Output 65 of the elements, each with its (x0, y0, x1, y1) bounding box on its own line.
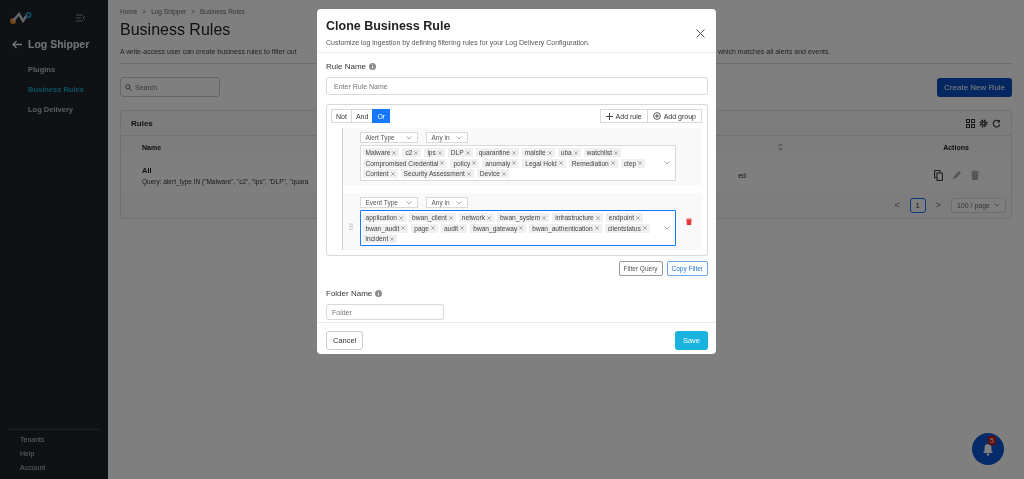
chevron-down-icon (663, 226, 670, 230)
remove-icon[interactable] (512, 161, 517, 165)
plus-icon (605, 112, 613, 120)
chevron-down-icon (405, 135, 412, 140)
section-title: Log Shipper (28, 38, 90, 50)
remove-icon[interactable] (542, 215, 547, 220)
remove-icon[interactable] (511, 150, 516, 155)
remove-icon[interactable] (610, 161, 615, 165)
remove-icon[interactable] (399, 215, 404, 220)
remove-icon[interactable] (414, 150, 419, 155)
close-icon[interactable] (696, 29, 705, 38)
grid-icon[interactable] (966, 118, 975, 128)
card-title: Rules (131, 118, 153, 128)
remove-icon[interactable] (519, 226, 524, 230)
remove-icon[interactable] (472, 161, 477, 165)
previous-page-button[interactable]: < (894, 200, 900, 210)
remove-icon[interactable] (501, 171, 506, 176)
remove-icon[interactable] (573, 150, 578, 155)
delete-icon[interactable] (685, 218, 692, 225)
plus-circle-icon (652, 112, 661, 120)
remove-icon[interactable] (401, 226, 406, 230)
remove-icon[interactable] (392, 150, 397, 155)
remove-icon[interactable] (595, 215, 600, 220)
refresh-icon[interactable] (992, 118, 1001, 128)
remove-icon[interactable] (547, 150, 552, 155)
remove-icon[interactable] (465, 150, 470, 155)
remove-icon[interactable] (638, 161, 643, 165)
remove-icon[interactable] (594, 226, 599, 230)
bell-icon (982, 442, 994, 456)
remove-icon[interactable] (390, 171, 395, 176)
chevron-down-icon (455, 200, 462, 205)
remove-icon[interactable] (440, 161, 445, 165)
info-icon[interactable] (369, 63, 376, 70)
remove-icon[interactable] (636, 215, 641, 220)
remove-icon[interactable] (558, 161, 563, 165)
info-icon[interactable] (375, 290, 383, 297)
collapse-menu-icon[interactable] (76, 14, 86, 22)
remove-icon[interactable] (390, 236, 395, 241)
logo-icon (10, 12, 32, 24)
remove-icon[interactable] (430, 226, 435, 230)
copy-icon[interactable] (933, 169, 943, 181)
field-label: Folder Name (326, 289, 373, 298)
remove-icon[interactable] (642, 226, 647, 230)
chevron-down-icon (405, 200, 412, 205)
remove-icon[interactable] (466, 171, 471, 176)
remove-icon[interactable] (460, 226, 465, 230)
chevron-down-icon (994, 203, 1000, 207)
create-rule-button[interactable]: Create New Rule (937, 77, 1012, 97)
settings-icon[interactable] (979, 118, 988, 128)
drag-handle-icon[interactable] (349, 223, 354, 230)
remove-icon[interactable] (486, 215, 491, 220)
remove-icon[interactable] (437, 150, 442, 155)
remove-icon[interactable] (448, 215, 453, 220)
delete-icon[interactable] (970, 170, 979, 180)
chevron-down-icon (455, 135, 462, 140)
edit-icon[interactable] (951, 170, 962, 180)
dialog-title: Clone Business Rule (326, 19, 452, 33)
remove-icon[interactable] (614, 150, 619, 155)
chevron-down-icon (663, 161, 670, 165)
next-page-button[interactable]: > (935, 200, 941, 210)
sort-icon[interactable] (778, 143, 783, 151)
field-label: Rule Name (326, 62, 366, 71)
back-arrow-icon[interactable] (12, 39, 22, 49)
search-icon (125, 83, 132, 91)
page-title: Business Rules (120, 21, 231, 39)
